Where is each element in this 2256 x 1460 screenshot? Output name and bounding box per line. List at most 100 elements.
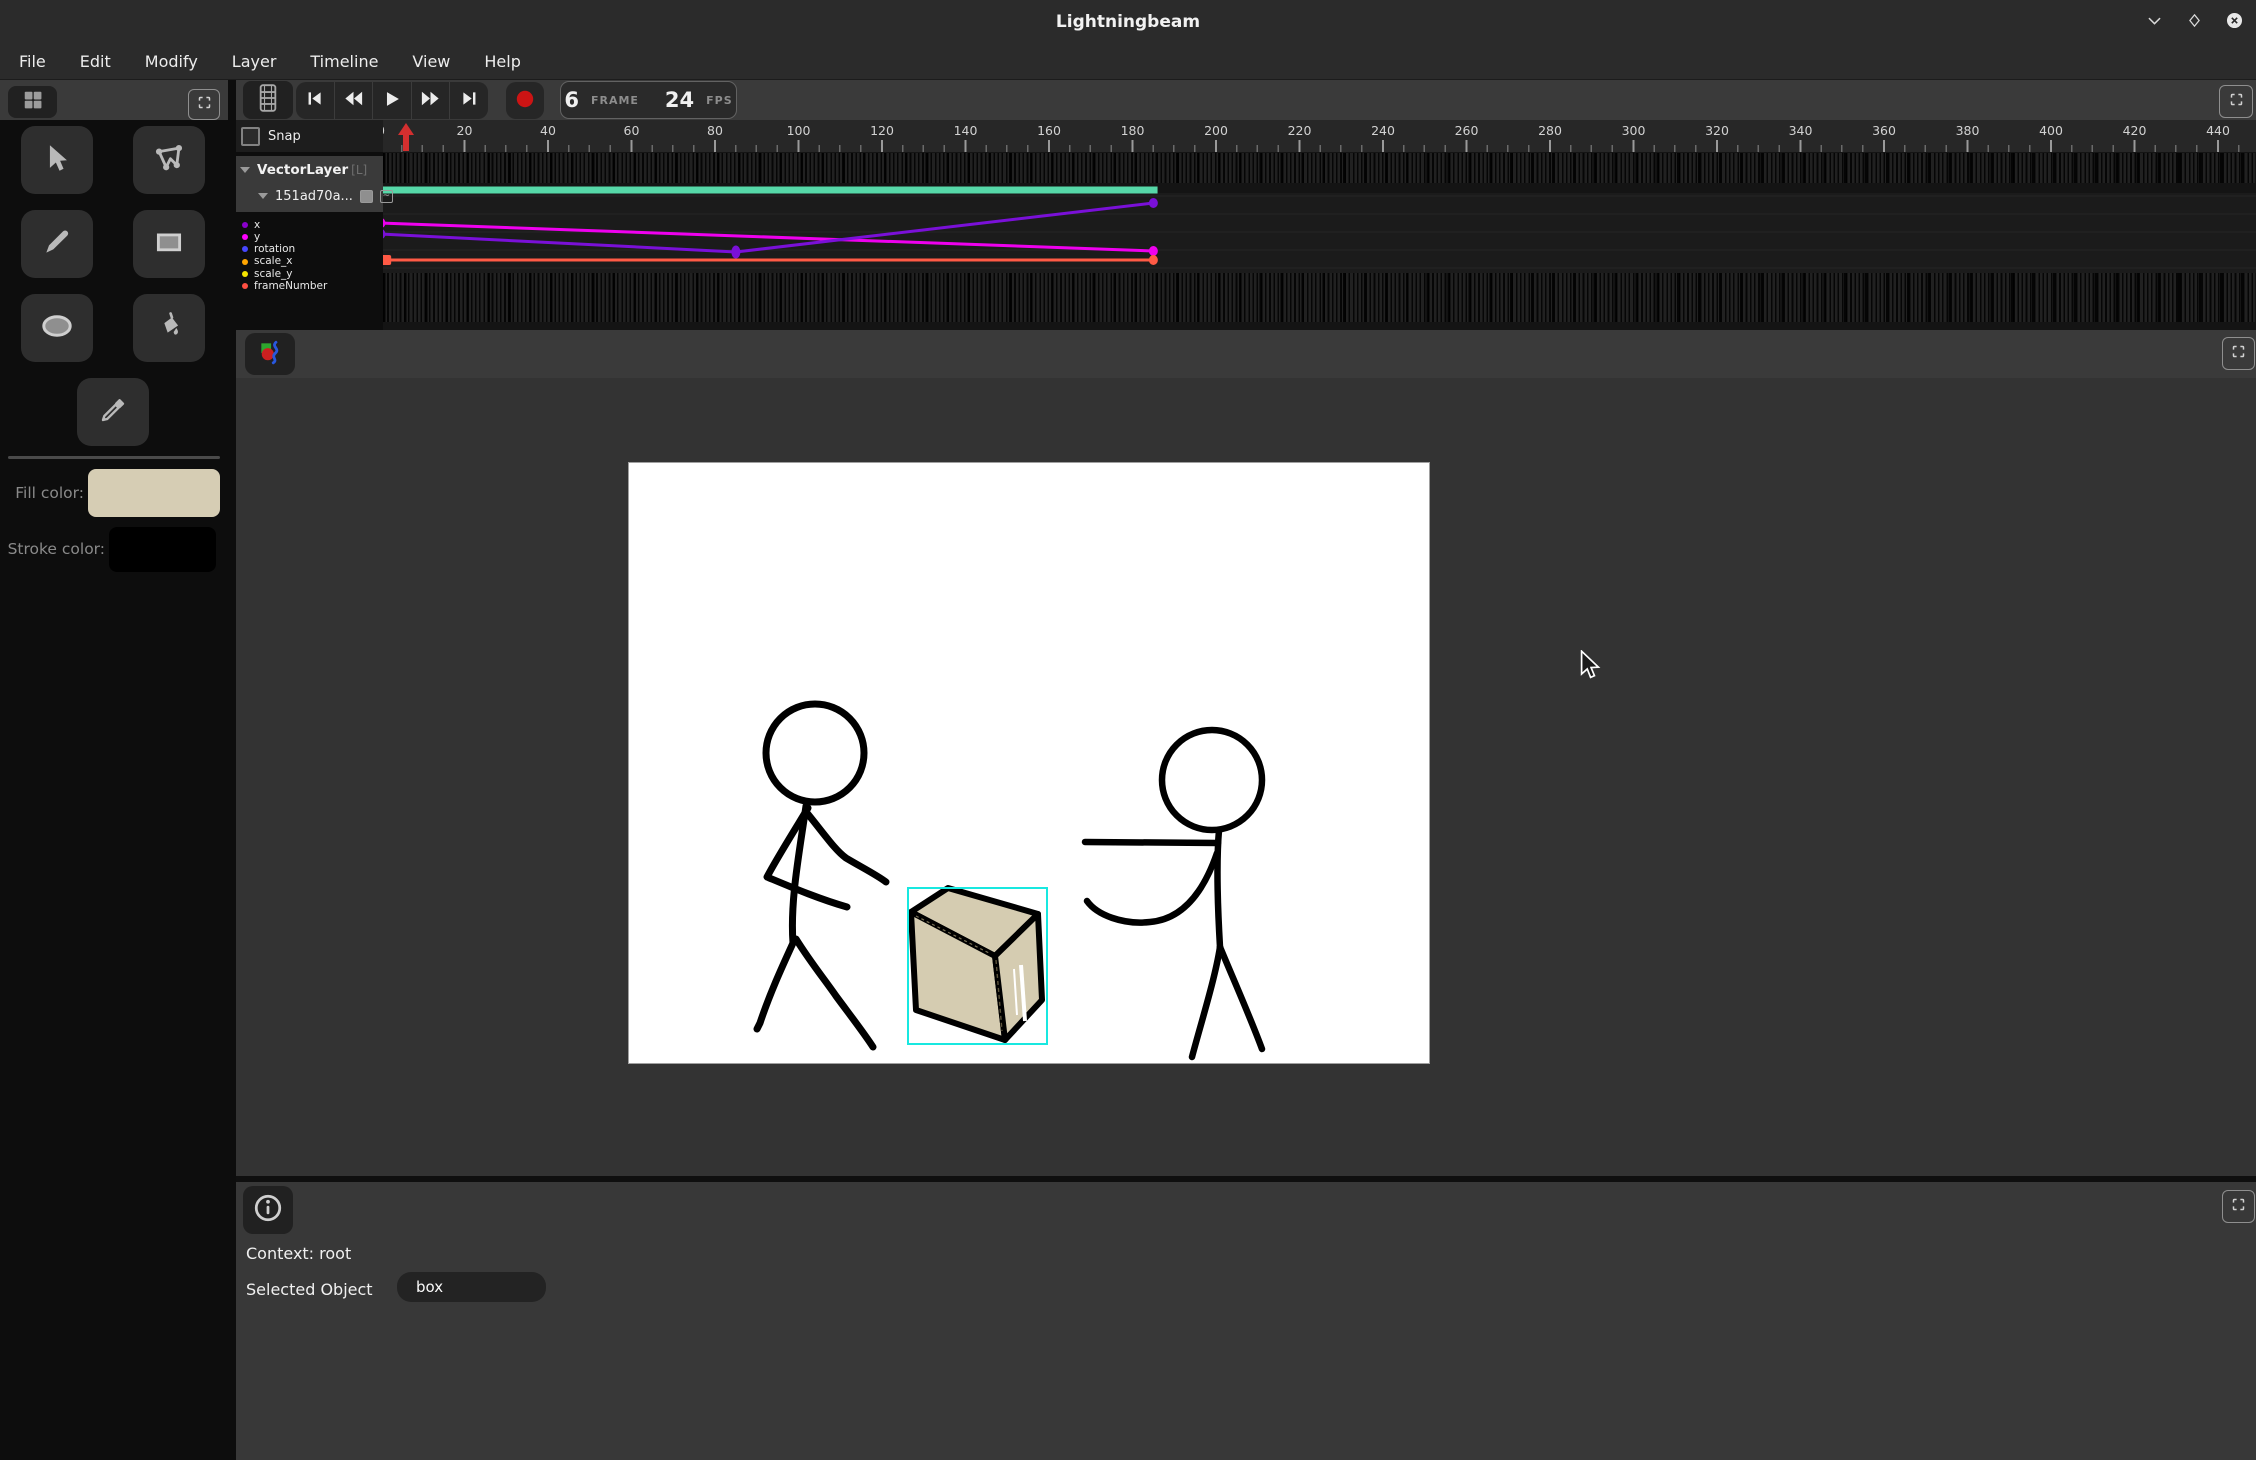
ruler-label-160: 160 (1037, 123, 1061, 138)
keyframe-curves-area[interactable] (383, 152, 2256, 330)
chevron-down-icon[interactable] (240, 167, 250, 173)
keyframe-point[interactable] (383, 255, 391, 265)
keyframe-point[interactable] (731, 246, 740, 259)
skip-start-icon (304, 88, 325, 113)
layout-grid-button[interactable] (8, 86, 57, 118)
keyframe-point[interactable] (1149, 198, 1158, 208)
timeline-expand-button[interactable] (2219, 85, 2253, 118)
close-button[interactable] (2222, 11, 2246, 33)
info-icon (253, 1193, 283, 1227)
property-row-frameNumber[interactable]: frameNumber (242, 280, 327, 292)
menu-item-file[interactable]: File (2, 44, 63, 80)
fast-forward-button[interactable] (412, 82, 451, 119)
ruler-label-260: 260 (1455, 123, 1479, 138)
keyframe-point[interactable] (383, 229, 386, 239)
ruler-label-280: 280 (1538, 123, 1562, 138)
maximize-button[interactable] (2182, 11, 2206, 33)
sidebar-expand-button[interactable] (188, 89, 220, 120)
keyframe-point[interactable] (1149, 246, 1158, 256)
layer-curve-toggle-button[interactable]: ~ (380, 190, 393, 203)
paint-bucket-tool[interactable] (133, 294, 205, 362)
chevron-down-icon[interactable] (258, 193, 268, 199)
menu-item-layer[interactable]: Layer (215, 44, 294, 80)
property-row-y[interactable]: y (242, 231, 327, 243)
ruler-label-200: 200 (1204, 123, 1228, 138)
frame-label: FRAME (591, 94, 639, 107)
ruler-label-240: 240 (1371, 123, 1395, 138)
transform-tool[interactable] (133, 126, 205, 194)
stage-canvas[interactable] (629, 463, 1429, 1063)
property-color-dot (242, 234, 248, 240)
property-name: y (254, 232, 260, 243)
eyedropper-tool[interactable] (77, 378, 149, 446)
stick-figure-right (1085, 730, 1262, 1057)
selected-object-label: Selected Object (246, 1280, 373, 1299)
ruler-label-60: 60 (624, 123, 640, 138)
ruler-label-320: 320 (1705, 123, 1729, 138)
canvas-tab-button[interactable] (245, 333, 295, 375)
skip-end-button[interactable] (450, 82, 488, 119)
pencil-tool[interactable] (21, 210, 93, 278)
canvas-expand-button[interactable] (2222, 337, 2255, 370)
window-title: Lightningbeam (0, 0, 2256, 44)
menu-item-help[interactable]: Help (467, 44, 537, 80)
layer-row-vectorlayer[interactable]: VectorLayer [L] (240, 158, 367, 182)
fast-forward-icon (419, 87, 442, 114)
box-object (911, 888, 1042, 1040)
menu-item-timeline[interactable]: Timeline (293, 44, 395, 80)
play-icon (381, 88, 403, 114)
property-row-rotation[interactable]: rotation (242, 243, 327, 255)
rewind-button[interactable] (335, 82, 374, 119)
rewind-icon (342, 87, 365, 114)
minimize-button[interactable] (2142, 11, 2166, 33)
layer-visibility-button[interactable] (360, 190, 373, 203)
menu-item-modify[interactable]: Modify (128, 44, 215, 80)
frame-fps-display[interactable]: 6 FRAME 24 FPS (560, 81, 737, 119)
ruler-label-40: 40 (540, 123, 556, 138)
property-name: frameNumber (254, 281, 327, 292)
menu-item-view[interactable]: View (395, 44, 467, 80)
close-circle-icon (2225, 11, 2244, 34)
ruler-label-340: 340 (1789, 123, 1813, 138)
keyframe-point[interactable] (383, 218, 386, 228)
property-name: x (254, 220, 260, 231)
app-window: Lightningbeam FileEditModifyLayerTimelin… (0, 0, 2256, 1460)
grid-icon (22, 89, 44, 115)
property-row-scale_x[interactable]: scale_x (242, 256, 327, 268)
ruler-label-400: 400 (2039, 123, 2063, 138)
property-row-x[interactable]: x (242, 219, 327, 231)
info-tab-button[interactable] (243, 1186, 293, 1234)
keyframe-curves-svg (383, 152, 2256, 330)
timeline-tab-button[interactable] (243, 81, 293, 119)
stick-figure-left (757, 704, 886, 1047)
skip-end-icon (459, 88, 480, 113)
expand-icon (197, 95, 212, 114)
play-button[interactable] (373, 82, 412, 119)
ruler-label-220: 220 (1288, 123, 1312, 138)
layer-frame-span[interactable] (383, 187, 1158, 194)
rectangle-tool[interactable] (133, 210, 205, 278)
selected-object-value[interactable]: box (397, 1272, 546, 1302)
expand-icon (2229, 92, 2244, 111)
snap-checkbox[interactable] (241, 127, 260, 146)
select-tool[interactable] (21, 126, 93, 194)
fill-color-row: Fill color: (0, 468, 220, 518)
info-expand-button[interactable] (2222, 1190, 2255, 1223)
pencil-icon (41, 226, 73, 262)
ruler-label-360: 360 (1872, 123, 1896, 138)
record-button[interactable] (506, 82, 544, 119)
stroke-color-swatch[interactable] (109, 527, 216, 572)
ruler-label-120: 120 (870, 123, 894, 138)
skip-start-button[interactable] (296, 82, 335, 119)
cursor-icon (40, 141, 74, 179)
property-row-scale_y[interactable]: scale_y (242, 268, 327, 280)
layer-row-child[interactable]: 151ad70a... ~ (258, 184, 393, 208)
ellipse-tool[interactable] (21, 294, 93, 362)
fill-color-swatch[interactable] (88, 469, 220, 517)
title-bar: Lightningbeam (0, 0, 2256, 44)
eyedropper-icon (97, 394, 129, 430)
fps-label: FPS (706, 94, 733, 107)
keyframe-point[interactable] (1149, 255, 1158, 265)
menu-item-edit[interactable]: Edit (63, 44, 128, 80)
playhead[interactable] (396, 122, 416, 156)
